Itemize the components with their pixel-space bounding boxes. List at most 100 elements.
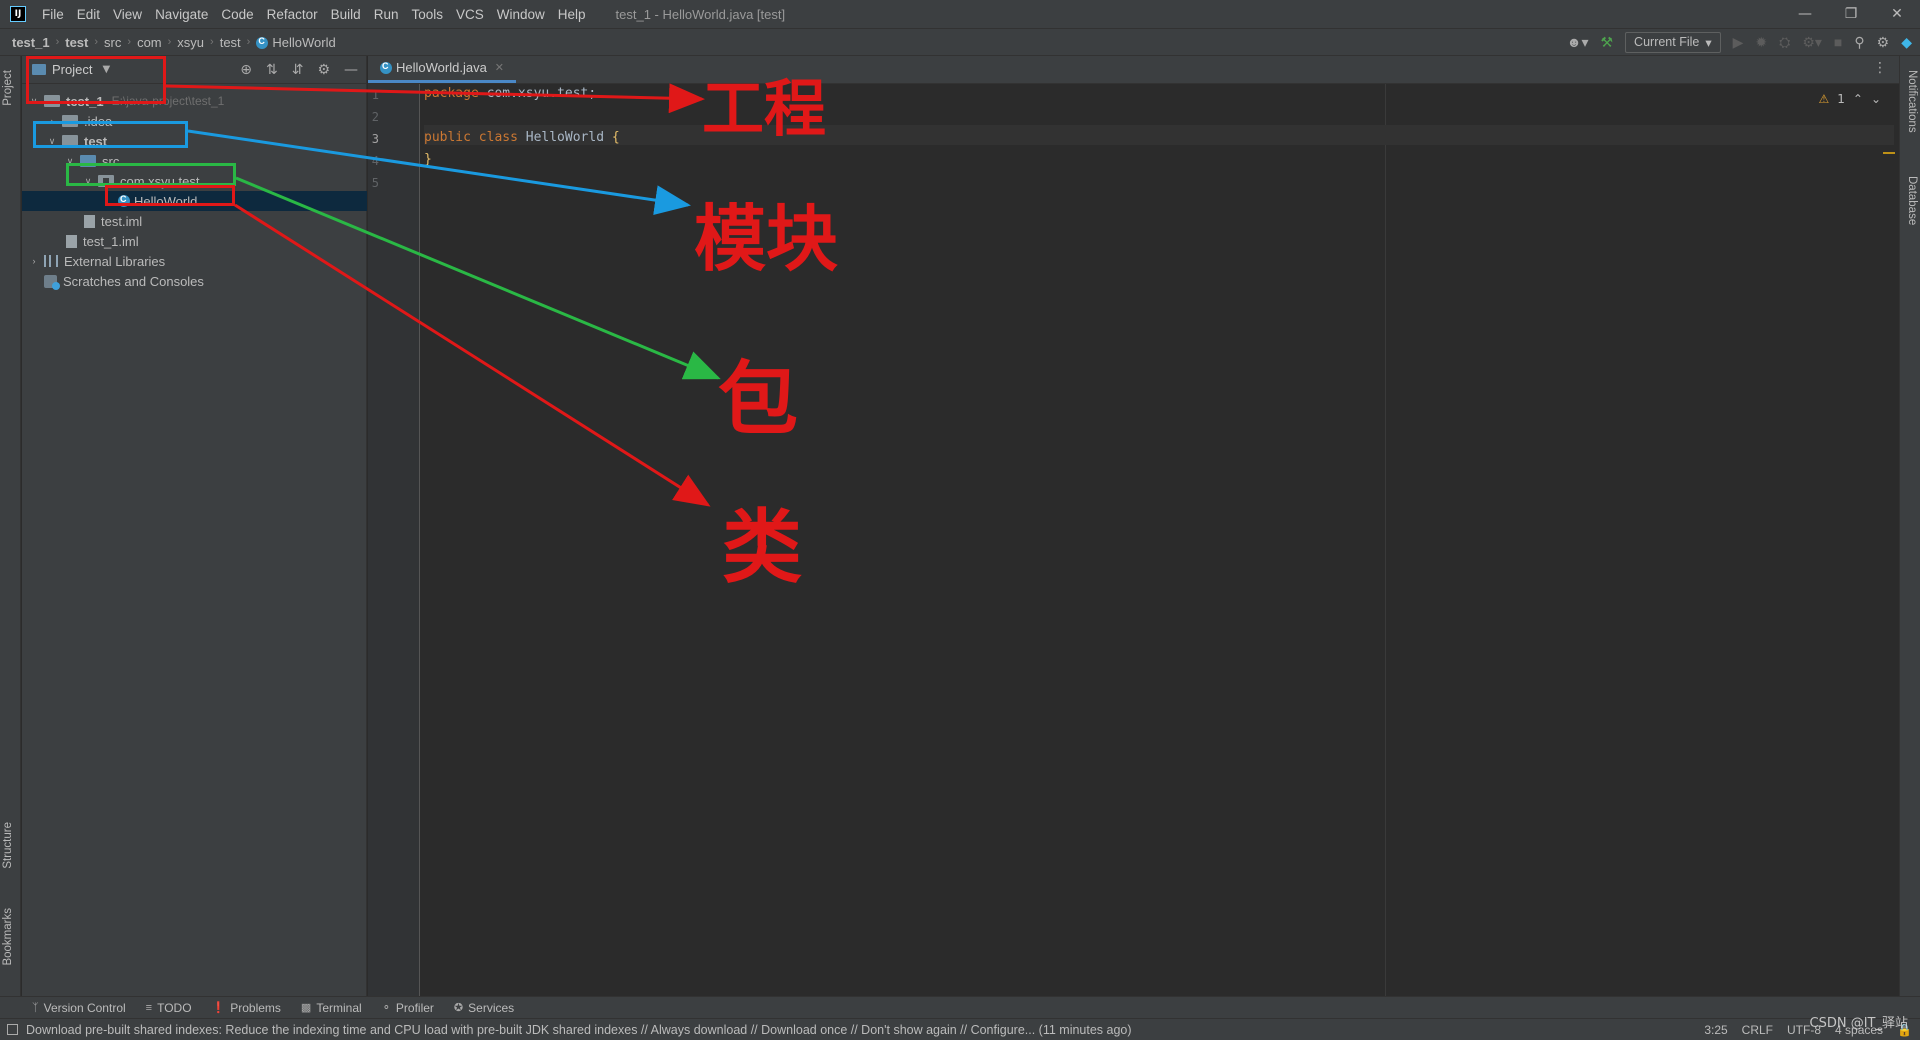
current-line-highlight: [424, 125, 1894, 145]
breadcrumb-item[interactable]: src: [104, 35, 121, 50]
side-tab-bookmarks[interactable]: Bookmarks: [2, 908, 14, 966]
panel-actions: ⊕ ⇅ ⇵ ⚙ —: [240, 56, 358, 84]
brace: {: [604, 130, 620, 145]
tree-node-class-helloworld[interactable]: HelloWorld: [22, 191, 367, 211]
tree-node-package[interactable]: ∨ com.xsyu.test: [22, 171, 367, 191]
build-hammer-icon[interactable]: ⚒: [1600, 34, 1613, 51]
profile-icon[interactable]: ⚙▾: [1802, 34, 1822, 51]
error-stripe-mark[interactable]: [1883, 152, 1895, 154]
tree-node-src[interactable]: ∨ src: [22, 151, 367, 171]
branch-icon: ᛉ: [32, 1001, 39, 1014]
coverage-icon[interactable]: ⛭: [1779, 34, 1790, 51]
run-icon[interactable]: ▶: [1733, 34, 1744, 51]
code-text-area[interactable]: package com.xsyu.test; public class Hell…: [424, 84, 1894, 996]
collapse-all-icon[interactable]: ⇵: [292, 62, 304, 78]
tool-tab-services[interactable]: ✪ Services: [454, 1001, 514, 1015]
line-number: 5: [371, 176, 379, 190]
close-tab-icon[interactable]: ✕: [495, 61, 504, 74]
status-message[interactable]: Download pre-built shared indexes: Reduc…: [26, 1023, 1132, 1037]
close-icon[interactable]: ✕: [1874, 0, 1920, 28]
more-vertical-icon[interactable]: ⋮: [1873, 60, 1887, 76]
inspection-widget[interactable]: ⚠ 1 ⌃ ⌄: [1818, 92, 1881, 106]
chevron-down-icon[interactable]: ⌄: [1871, 92, 1881, 106]
menu-vcs[interactable]: VCS: [456, 7, 484, 22]
folder-icon: [62, 115, 78, 127]
menu-tools[interactable]: Tools: [411, 7, 443, 22]
hide-panel-icon[interactable]: —: [344, 62, 358, 78]
side-tab-structure[interactable]: Structure: [2, 822, 14, 869]
status-bar: Download pre-built shared indexes: Reduc…: [0, 1018, 1920, 1040]
project-view-select[interactable]: Project: [52, 62, 92, 77]
run-configuration-select[interactable]: Current File ▾: [1625, 31, 1721, 53]
breadcrumb-item[interactable]: test_1: [12, 35, 50, 50]
minimize-icon[interactable]: —: [1782, 0, 1828, 28]
tool-tab-profiler[interactable]: ⚬ Profiler: [382, 1001, 434, 1015]
menu-build[interactable]: Build: [331, 7, 361, 22]
chevron-up-icon[interactable]: ⌃: [1853, 92, 1863, 106]
chevron-right-icon[interactable]: ›: [46, 116, 58, 126]
caret-position[interactable]: 3:25: [1704, 1023, 1727, 1037]
settings-gear-icon[interactable]: ⚙: [1877, 34, 1890, 51]
breadcrumb-item[interactable]: xsyu: [177, 35, 204, 50]
tree-node-external-libraries[interactable]: › External Libraries: [22, 251, 367, 271]
line-separator[interactable]: CRLF: [1742, 1023, 1773, 1037]
side-tab-project[interactable]: Project: [2, 70, 14, 106]
breadcrumb-item-class[interactable]: HelloWorld: [256, 35, 336, 50]
expand-all-icon[interactable]: ⇅: [266, 62, 278, 78]
menu-refactor[interactable]: Refactor: [267, 7, 318, 22]
menu-help[interactable]: Help: [558, 7, 586, 22]
jetbrains-toolbox-icon[interactable]: ◆: [1901, 34, 1912, 51]
side-tab-database[interactable]: Database: [1906, 176, 1918, 225]
checkbox-icon[interactable]: [7, 1024, 18, 1035]
tree-label: External Libraries: [64, 253, 166, 269]
window-controls: — ❐ ✕: [1782, 0, 1920, 28]
breadcrumb-item[interactable]: com: [137, 35, 162, 50]
chevron-down-icon: ▾: [1705, 35, 1712, 50]
chevron-down-icon[interactable]: ∨: [64, 156, 76, 167]
menu-file[interactable]: File: [42, 7, 64, 22]
tree-label: test_1.iml: [83, 233, 139, 249]
restore-icon[interactable]: ❐: [1828, 0, 1874, 28]
chevron-right-icon[interactable]: ›: [28, 256, 40, 266]
menu-window[interactable]: Window: [497, 7, 545, 22]
tab-helloworld-java[interactable]: HelloWorld.java ✕: [368, 55, 517, 83]
user-icon[interactable]: ☻▾: [1567, 34, 1589, 51]
menu-code[interactable]: Code: [221, 7, 253, 22]
menu-view[interactable]: View: [113, 7, 142, 22]
brace: }: [424, 152, 432, 167]
editor-tabs: HelloWorld.java ✕ ⋮: [368, 56, 1899, 84]
project-panel-header: Project ▼ ⊕ ⇅ ⇵ ⚙ —: [22, 56, 366, 84]
list-icon: ≡: [145, 1001, 153, 1014]
tree-label: test.iml: [101, 213, 143, 229]
tree-node-module-test[interactable]: ∨ test: [22, 131, 367, 151]
tree-node-project-root[interactable]: ∨ test_1 E:\java-project\test_1: [22, 91, 367, 111]
tool-tab-label: Problems: [230, 1000, 281, 1015]
chevron-down-icon[interactable]: ∨: [82, 176, 94, 187]
breadcrumb-item[interactable]: test: [65, 35, 88, 50]
tool-tab-problems[interactable]: ❗ Problems: [212, 1001, 281, 1015]
stop-icon[interactable]: ■: [1834, 34, 1842, 50]
locate-target-icon[interactable]: ⊕: [240, 62, 252, 78]
chevron-down-icon[interactable]: ▼: [102, 64, 110, 75]
chevron-down-icon[interactable]: ∨: [28, 96, 40, 107]
debug-icon[interactable]: ✹: [1755, 34, 1767, 51]
chevron-down-icon[interactable]: ∨: [46, 136, 58, 147]
code-line: }: [424, 150, 432, 170]
tool-tab-label: Version Control: [43, 1000, 126, 1015]
search-icon[interactable]: ⚲: [1854, 34, 1864, 51]
tree-node-test1-iml[interactable]: test_1.iml: [22, 231, 367, 251]
menu-navigate[interactable]: Navigate: [155, 7, 208, 22]
side-tab-notifications[interactable]: Notifications: [1906, 70, 1918, 133]
tool-tab-todo[interactable]: ≡ TODO: [146, 1001, 192, 1015]
breadcrumb-item[interactable]: test: [220, 35, 241, 50]
package-name: com.xsyu.test;: [478, 86, 597, 101]
project-path: E:\java-project\test_1: [111, 94, 225, 108]
menu-edit[interactable]: Edit: [77, 7, 100, 22]
tool-tab-version-control[interactable]: ᛉ Version Control: [32, 1001, 126, 1015]
tree-node-scratches[interactable]: Scratches and Consoles: [22, 271, 367, 291]
menu-run[interactable]: Run: [374, 7, 399, 22]
options-gear-icon[interactable]: ⚙: [317, 62, 330, 78]
tool-tab-terminal[interactable]: ▩ Terminal: [301, 1001, 362, 1015]
tree-node-test-iml[interactable]: test.iml: [22, 211, 367, 231]
tree-node-idea[interactable]: › .idea: [22, 111, 367, 131]
